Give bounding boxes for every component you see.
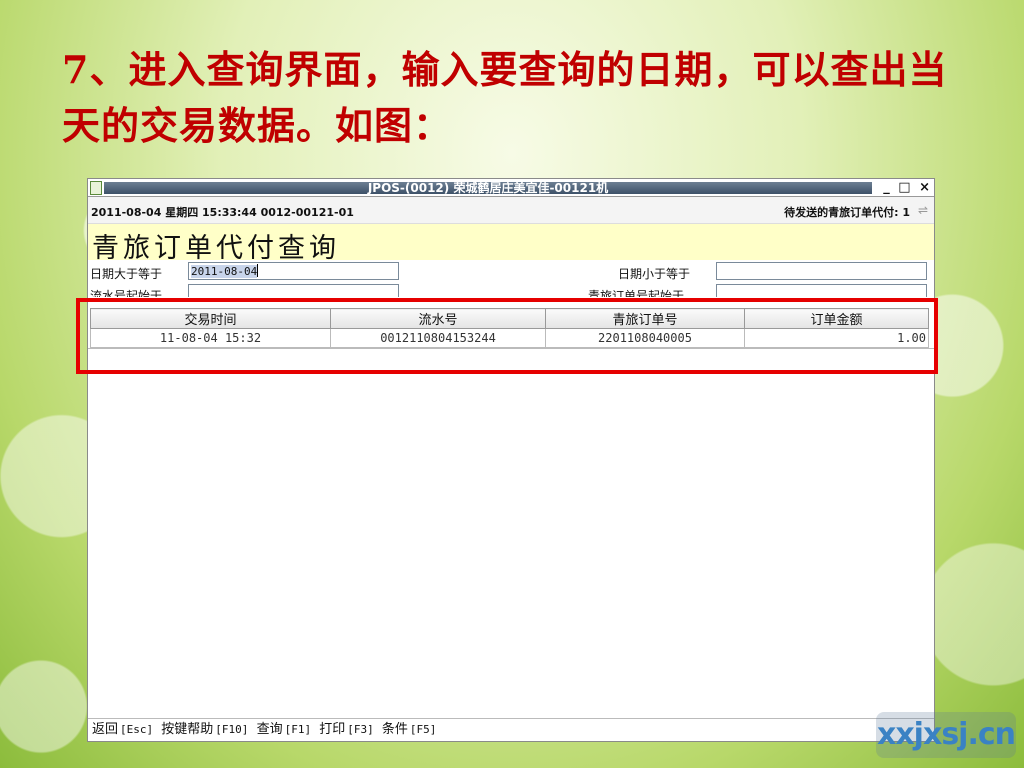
shortcut-conditions[interactable]: 条件 [F5] <box>380 722 437 737</box>
shortcut-label: 返回 <box>92 722 119 737</box>
maximize-icon[interactable]: □ <box>898 180 912 195</box>
cell-order: 2201108040005 <box>545 328 745 348</box>
minimize-icon[interactable]: _ <box>883 180 892 195</box>
window-title: JPOS-(0012) 荣城鹤居庄美宜佳-00121机 <box>367 181 609 195</box>
date-from-value: 2011-08-04 <box>191 265 258 278</box>
close-icon[interactable]: × <box>919 180 932 195</box>
results-grid: 交易时间 流水号 青旅订单号 订单金额 11-08-04 15:32 00121… <box>90 308 931 348</box>
page-title: 青旅订单代付查询 <box>92 233 340 264</box>
shortcut-key: [F5] <box>409 723 437 736</box>
date-from-field[interactable]: 2011-08-04 <box>188 262 399 280</box>
shortcut-label: 查询 <box>256 722 283 737</box>
status-datetime: 2011-08-04 星期四 15:33:44 0012-00121-01 <box>91 206 354 219</box>
shortcut-help[interactable]: 按键帮助 [F10] <box>159 722 248 737</box>
results-empty-area <box>88 351 934 717</box>
column-header-order[interactable]: 青旅订单号 <box>545 308 745 329</box>
shortcut-back[interactable]: 返回 [Esc] <box>90 722 153 737</box>
grid-divider <box>88 348 934 349</box>
shortcut-label: 打印 <box>319 722 346 737</box>
swap-icon[interactable]: ⇌ <box>918 203 928 217</box>
cell-time: 11-08-04 15:32 <box>90 328 331 348</box>
shortcut-key: [F10] <box>215 723 249 736</box>
text-caret <box>257 264 259 277</box>
table-row[interactable]: 11-08-04 15:32 0012110804153244 22011080… <box>90 328 929 348</box>
shortcut-print[interactable]: 打印 [F3] <box>317 722 374 737</box>
date-from-label: 日期大于等于 <box>90 267 163 281</box>
cell-amount: 1.00 <box>744 328 929 348</box>
date-to-field[interactable] <box>716 262 927 280</box>
order-start-field[interactable] <box>716 284 927 297</box>
column-header-amount[interactable]: 订单金额 <box>744 308 929 329</box>
serial-start-field[interactable] <box>188 284 399 297</box>
form-row-dates: 日期大于等于 2011-08-04 日期小于等于 <box>88 261 934 283</box>
app-icon <box>90 181 102 195</box>
slide-title: 7、进入查询界面，输入要查询的日期，可以查出当天的交易数据。如图： <box>62 47 948 148</box>
pos-window: JPOS-(0012) 荣城鹤居庄美宜佳-00121机 _ □ × 2011-0… <box>87 178 935 742</box>
cell-serial: 0012110804153244 <box>330 328 546 348</box>
window-controls: _ □ × <box>883 180 932 195</box>
date-to-label: 日期小于等于 <box>618 267 691 281</box>
status-bar: 2011-08-04 星期四 15:33:44 0012-00121-01 待发… <box>88 197 934 224</box>
shortcut-label: 条件 <box>381 722 408 737</box>
site-watermark: xxjxsj.cn <box>876 712 1016 758</box>
table-header-row: 交易时间 流水号 青旅订单号 订单金额 <box>90 308 929 329</box>
results-table: 交易时间 流水号 青旅订单号 订单金额 11-08-04 15:32 00121… <box>90 308 929 348</box>
order-start-label: 青旅订单号起始于 <box>588 289 685 297</box>
column-header-time[interactable]: 交易时间 <box>90 308 331 329</box>
shortcut-key: [F1] <box>284 723 312 736</box>
page-header: 青旅订单代付查询 <box>88 224 934 264</box>
shortcut-bar: 返回 [Esc] 按键帮助 [F10] 查询 [F1] 打印 [F3] 条件 [F5] <box>88 718 934 741</box>
shortcut-key: [Esc] <box>120 723 154 736</box>
column-header-serial[interactable]: 流水号 <box>330 308 546 329</box>
serial-start-label: 流水号起始于 <box>90 289 163 297</box>
window-titlebar[interactable]: JPOS-(0012) 荣城鹤居庄美宜佳-00121机 _ □ × <box>88 179 934 197</box>
pending-orders-status: 待发送的青旅订单代付: 1 <box>784 206 910 219</box>
shortcut-key: [F3] <box>347 723 374 736</box>
titlebar-band: JPOS-(0012) 荣城鹤居庄美宜佳-00121机 <box>104 182 872 194</box>
form-row-numbers: 流水号起始于 青旅订单号起始于 <box>88 283 934 297</box>
shortcut-label: 按键帮助 <box>161 722 214 737</box>
shortcut-query[interactable]: 查询 [F1] <box>255 722 312 737</box>
